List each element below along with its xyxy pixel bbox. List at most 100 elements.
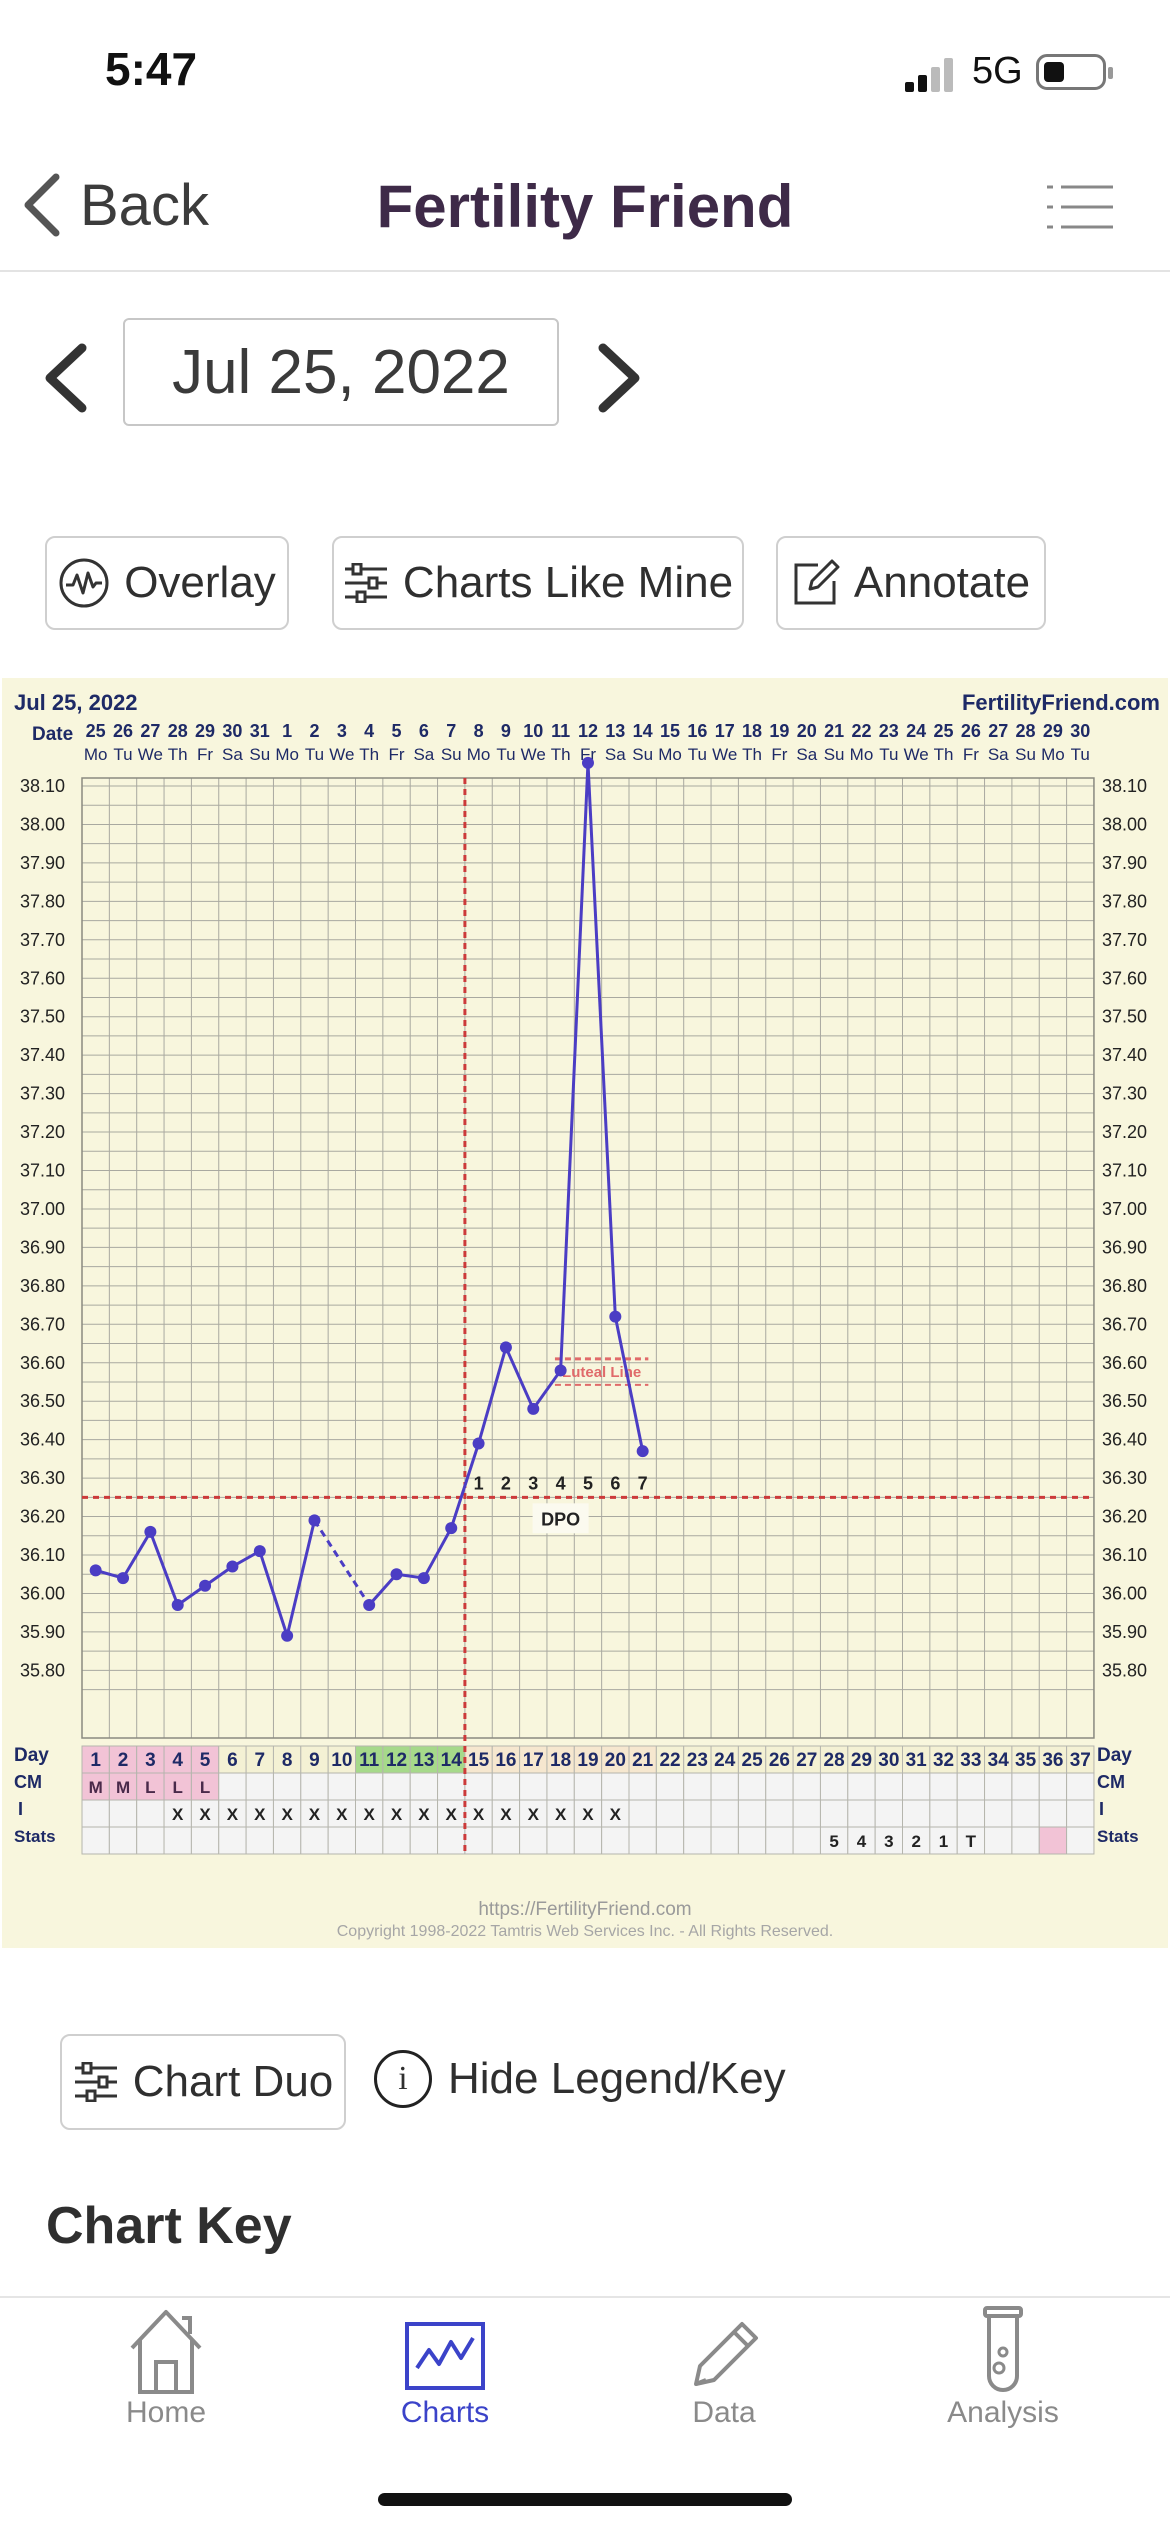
cycle-cell (1038, 1799, 1068, 1828)
cycle-cell (655, 1826, 685, 1855)
y-tick-label: 37.70 (20, 930, 65, 950)
cycle-cell (984, 1772, 1013, 1801)
dpo-number: 5 (583, 1473, 593, 1493)
y-tick-label-right: 37.90 (1102, 853, 1147, 873)
cycle-cell (491, 1772, 521, 1801)
chart-key-heading: Chart Key (46, 2197, 292, 2255)
y-tick-label-right: 36.50 (1102, 1391, 1147, 1411)
dpo-number: 1 (474, 1473, 484, 1493)
weekday-tick-label: Su (824, 745, 845, 764)
cycle-cell (136, 1799, 165, 1828)
temperature-point (445, 1522, 458, 1535)
menu-icon[interactable] (1045, 182, 1115, 232)
date-tick-label: 21 (824, 721, 844, 741)
next-date-button[interactable] (595, 342, 645, 414)
cycle-day-label: 21 (632, 1750, 654, 1771)
y-tick-label-right: 36.20 (1102, 1507, 1147, 1527)
chart-footer-copyright: Copyright 1998-2022 Tamtris Web Services… (337, 1923, 834, 1940)
cycle-day-label: 3 (145, 1750, 156, 1771)
weekday-tick-label: Mo (658, 745, 682, 764)
intercourse-mark: X (309, 1805, 321, 1824)
date-tick-label: 1 (282, 721, 292, 741)
cm-value: M (89, 1778, 103, 1797)
cycle-cell (710, 1826, 739, 1855)
cycle-day-label: 32 (933, 1750, 954, 1771)
cycle-day-label: 31 (906, 1750, 928, 1771)
cycle-day-label: 7 (254, 1750, 265, 1771)
cycle-day-label: 14 (441, 1750, 463, 1771)
dpo-number: 2 (501, 1473, 511, 1493)
cycle-day-label: 1 (90, 1750, 101, 1771)
cycle-day-label: 22 (659, 1750, 680, 1771)
previous-date-button[interactable] (40, 342, 90, 414)
temperature-point (308, 1514, 321, 1527)
weekday-tick-label: Tu (113, 745, 132, 764)
date-tick-label: 30 (1070, 721, 1090, 741)
y-tick-label-right: 37.20 (1102, 1122, 1147, 1142)
cycle-cell (272, 1772, 302, 1801)
cycle-day-label: 17 (523, 1750, 544, 1771)
cycle-cell (355, 1772, 384, 1801)
cycle-cell (1038, 1826, 1068, 1855)
hide-legend-button[interactable]: i Hide Legend/Key (374, 2050, 786, 2108)
chart-duo-button[interactable]: Chart Duo (60, 2034, 346, 2130)
date-tick-label: 19 (769, 721, 789, 741)
y-tick-label: 36.90 (20, 1237, 65, 1257)
info-icon: i (374, 2050, 432, 2108)
intercourse-mark: X (391, 1805, 403, 1824)
date-picker: Jul 25, 2022 (0, 300, 1170, 440)
cycle-cell (655, 1799, 685, 1828)
cycle-cell (765, 1826, 794, 1855)
weekday-tick-label: Fr (389, 745, 405, 764)
weekday-tick-label: Th (934, 745, 954, 764)
cycle-day-label: 26 (769, 1750, 790, 1771)
date-field[interactable]: Jul 25, 2022 (123, 318, 559, 426)
date-tick-label: 20 (797, 721, 817, 741)
cycle-day-label: 28 (824, 1750, 845, 1771)
stats-row-label-right: Stats (1097, 1827, 1139, 1846)
tab-home[interactable]: Home (26, 2298, 306, 2458)
temperature-point (226, 1560, 239, 1573)
date-tick-label: 12 (578, 721, 598, 741)
cycle-day-label: 12 (386, 1750, 407, 1771)
cycle-cell (929, 1799, 958, 1828)
intercourse-mark: X (446, 1805, 458, 1824)
cycle-cell (464, 1826, 493, 1855)
cycle-cell (1038, 1772, 1068, 1801)
temperature-point (281, 1629, 294, 1642)
charts-like-mine-label: Charts Like Mine (402, 558, 734, 607)
y-tick-label-right: 35.90 (1102, 1622, 1147, 1642)
tab-charts[interactable]: Charts (305, 2298, 585, 2458)
overlay-button[interactable]: Overlay (45, 536, 289, 630)
tab-analysis[interactable]: Analysis (863, 2298, 1143, 2458)
cycle-cell (546, 1826, 575, 1855)
cycle-cell (163, 1826, 192, 1855)
cycle-day-label: 11 (359, 1750, 380, 1771)
weekday-tick-label: We (904, 745, 929, 764)
cycle-cell (683, 1799, 712, 1828)
date-tick-label: 2 (309, 721, 319, 741)
weekday-tick-label: Sa (413, 745, 434, 764)
tab-data[interactable]: Data (584, 2298, 864, 2458)
annotate-button[interactable]: Annotate (776, 536, 1046, 630)
cycle-cell (956, 1799, 986, 1828)
intercourse-mark: X (418, 1805, 430, 1824)
date-tick-label: 27 (988, 721, 1008, 741)
weekday-tick-label: Sa (988, 745, 1009, 764)
weekday-tick-label: Mo (275, 745, 299, 764)
stats-value: 4 (857, 1832, 867, 1851)
weekday-tick-label: Sa (796, 745, 817, 764)
cycle-cell (464, 1772, 493, 1801)
cycle-cell (710, 1799, 739, 1828)
weekday-tick-label: Mo (1041, 745, 1065, 764)
intercourse-mark: X (281, 1805, 293, 1824)
intercourse-mark: X (227, 1805, 239, 1824)
weekday-tick-label: Tu (688, 745, 707, 764)
chart-footer-url: https://FertilityFriend.com (478, 1899, 691, 1920)
y-tick-label: 36.40 (20, 1430, 65, 1450)
charts-like-mine-button[interactable]: Charts Like Mine (332, 536, 744, 630)
cycle-day-label: 8 (282, 1750, 293, 1771)
stats-value: 3 (884, 1832, 893, 1851)
chart-date: Jul 25, 2022 (14, 690, 138, 715)
y-tick-label: 36.60 (20, 1353, 65, 1373)
